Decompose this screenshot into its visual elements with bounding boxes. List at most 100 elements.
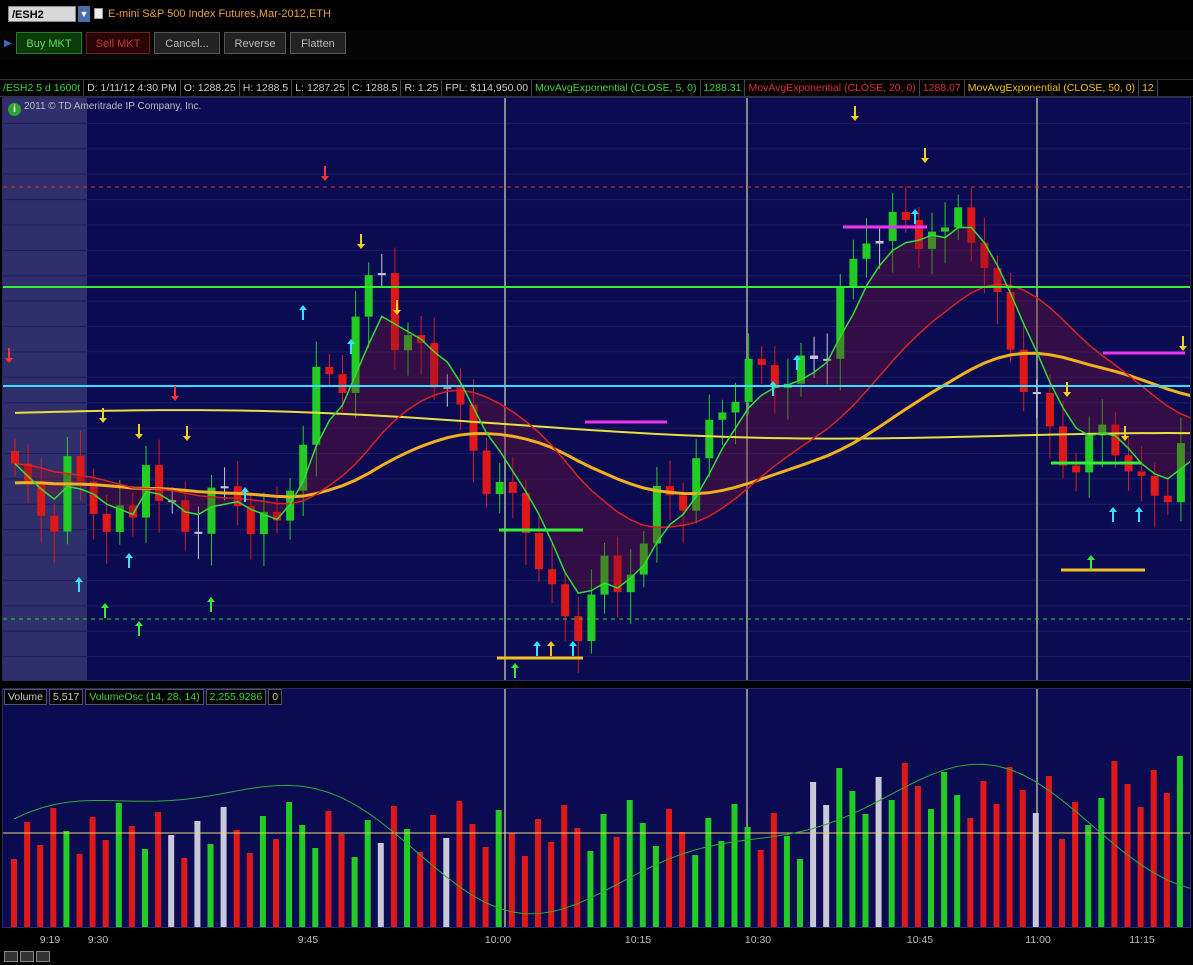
sell-market-button[interactable]: Sell MKT [86,32,150,54]
bottom-toolbar [4,951,52,962]
symbol-dropdown-icon[interactable]: ▼ [78,6,90,22]
document-icon[interactable] [94,8,103,19]
pre-session-shading [3,98,87,680]
volume-bar [705,818,712,927]
candle-body [705,419,714,459]
volume-bar [1098,798,1105,927]
volume-bar [469,824,476,927]
volume-osc-label: VolumeOsc (14, 28, 14) [85,689,204,705]
candle-body [862,243,871,259]
volume-panel[interactable] [2,688,1191,928]
volume-bar [1163,793,1170,927]
candle-body [1045,392,1054,427]
info-cell: /ESH2 5 d 1600t [0,80,85,96]
candle-body [377,273,386,276]
buy-market-button[interactable]: Buy MKT [16,32,82,54]
candle-body [1059,426,1067,466]
cancel-orders-button[interactable]: Cancel... [154,32,220,54]
time-tick-label: 10:00 [484,934,512,946]
candle-body [744,358,753,402]
volume-bar [836,768,843,927]
reverse-position-button[interactable]: Reverse [224,32,286,54]
buy-arrow-icon [511,663,519,668]
candle-body [1072,465,1081,473]
volume-bar [377,843,384,927]
volume-bar [443,838,450,927]
volume-bar [220,807,227,927]
info-cell: H: 1288.5 [240,80,293,96]
volume-bar [11,859,17,927]
volume-bar [63,831,70,927]
volume-bar [508,833,515,927]
volume-bar [757,850,764,927]
candle-body [1085,435,1094,473]
volume-bar [168,835,175,927]
volume-bar [312,848,319,927]
volume-bar [967,818,974,927]
candle-body [954,207,963,228]
info-cell: 1288.07 [920,80,965,96]
volume-bar [233,830,240,927]
sell-arrow-icon [921,158,929,163]
candle-body [521,492,530,534]
volume-bar [1150,770,1157,927]
volume-bar [783,836,790,927]
volume-bar [142,849,148,927]
volume-bar [89,817,96,927]
volume-osc-value: 2,255.9286 [205,689,267,705]
candle-body [325,366,334,375]
zoom-icon[interactable] [20,951,34,962]
buy-arrow-icon [911,209,919,214]
candle-body [718,412,727,420]
volume-bar [1045,776,1052,927]
info-cell: 1288.31 [701,80,746,96]
buy-arrow-icon [1135,507,1143,512]
time-tick-label: 10:30 [744,934,772,946]
grid-icon[interactable] [4,951,18,962]
chart-info-bar: /ESH2 5 d 1600t D: 1/11/12 4:30 PM O: 1288… [0,79,1193,97]
info-icon[interactable]: i [8,103,21,116]
candle-body [535,533,543,570]
time-tick-label: 11:00 [1025,934,1051,946]
symbol-input[interactable]: /ESH2 [8,6,76,22]
buy-arrow-icon [533,641,541,646]
sell-arrow-icon [321,176,329,181]
time-tick-label: 9:30 [87,934,109,946]
volume-bar [652,846,659,927]
candle-body [679,495,688,511]
expand-triangle-icon[interactable]: ▶ [4,38,12,49]
volume-bar [1190,779,1191,928]
volume-bar [430,815,437,927]
candle-body [1032,392,1041,395]
candle-body [1163,495,1172,503]
volume-bar [102,840,109,927]
buy-arrow-icon [1109,507,1117,512]
candle-body [587,594,596,642]
sell-arrow-icon [171,396,179,401]
candle-body [731,401,740,413]
info-cell: L: 1287.25 [292,80,349,96]
candle-body [941,227,950,232]
volume-bar [1137,807,1144,927]
volume-bar [692,855,699,927]
volume-zero-value: 0 [268,689,283,705]
instrument-title: E-mini S&P 500 Index Futures,Mar-2012,ET… [108,8,331,20]
cursor-icon[interactable] [36,951,50,962]
volume-bar [600,814,607,927]
volume-bar [613,837,620,927]
price-chart-panel[interactable] [2,97,1191,681]
volume-bar [495,810,502,927]
candle-body [50,515,59,532]
volume-bar [286,802,293,927]
info-cell: R: 1.25 [401,80,443,96]
info-cell: MovAvgExponential (CLOSE, 20, 0) [745,80,920,96]
ema50-line [14,351,1190,499]
flatten-position-button[interactable]: Flatten [290,32,346,54]
time-tick-label: 9:45 [297,934,319,946]
candle-body [1150,475,1159,496]
candle-body [207,487,216,534]
candle-body [849,258,858,287]
volume-value: 5,517 [49,689,84,705]
volume-bar [993,804,1000,927]
candle-body [548,569,557,585]
